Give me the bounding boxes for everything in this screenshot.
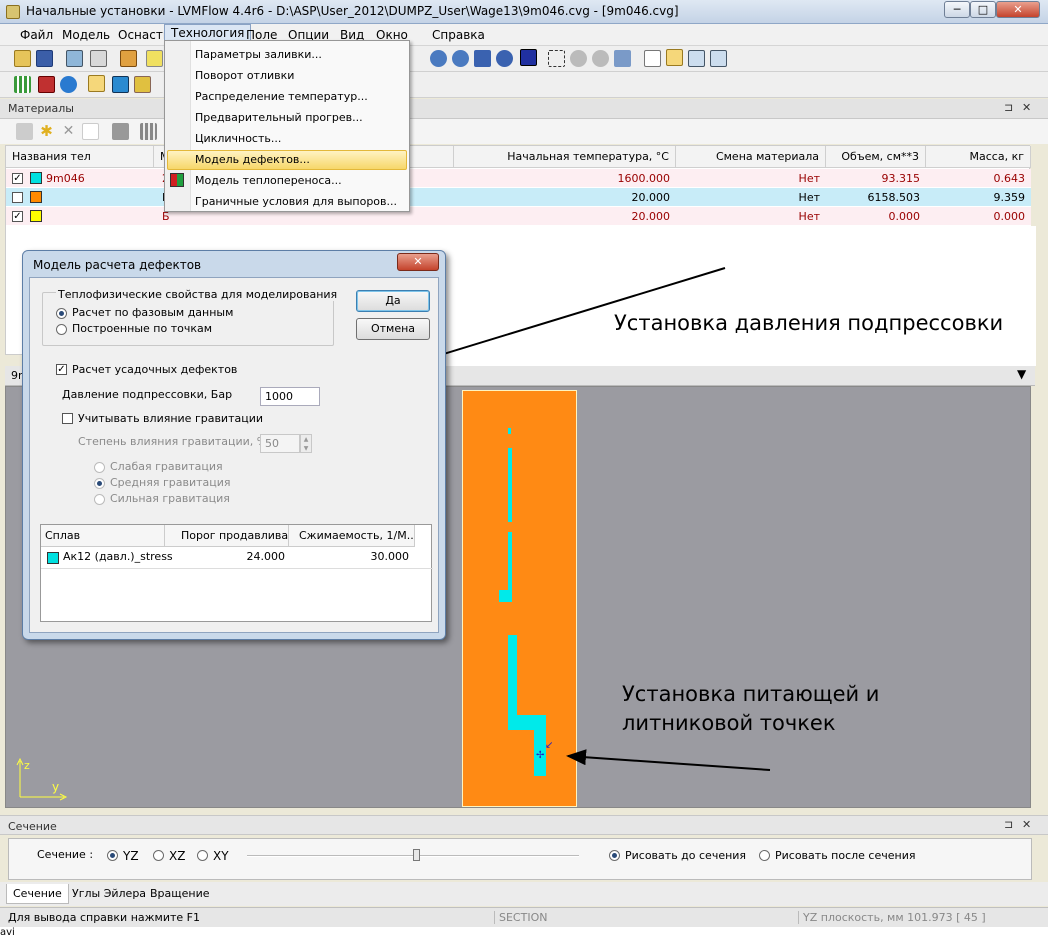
radio-plane-xz[interactable] xyxy=(153,850,164,861)
radio-gravity-weak-label[interactable]: Слабая гравитация xyxy=(110,460,223,473)
dialog-body: Теплофизические свойства для моделирован… xyxy=(29,277,439,633)
section-panel-body: Сечение : YZ XZ XY Рисовать до сечения Р… xyxy=(8,838,1032,880)
shrink-defects-label[interactable]: Расчет усадочных дефектов xyxy=(72,363,237,376)
dialog-title: Модель расчета дефектов xyxy=(33,258,202,272)
section-label: Сечение : xyxy=(37,848,94,861)
heat-transfer-icon xyxy=(170,173,184,187)
radio-gravity-medium[interactable] xyxy=(94,478,105,489)
radio-draw-after-label[interactable]: Рисовать после сечения xyxy=(775,849,915,862)
section-tabs: Сечение Углы Эйлера Вращение xyxy=(0,882,1048,906)
section-pin-icon[interactable]: ⊐ xyxy=(1004,818,1013,831)
technology-menu: Параметры заливки... Поворот отливки Рас… xyxy=(164,40,410,212)
radio-draw-before-label[interactable]: Рисовать до сечения xyxy=(625,849,746,862)
radio-gravity-strong-label[interactable]: Сильная гравитация xyxy=(110,492,230,505)
section-panel-header: Сечение ⊐ ✕ xyxy=(0,815,1048,835)
gravity-checkbox[interactable] xyxy=(62,413,73,424)
compress-col-header[interactable]: Сжимаемость, 1/М... xyxy=(289,525,415,547)
status-mode: SECTION xyxy=(494,911,794,924)
status-coords: YZ плоскость, мм 101.973 [ 45 ] xyxy=(798,911,986,924)
ok-button[interactable]: Да xyxy=(356,290,430,312)
menu-item-preheat[interactable]: Предварительный прогрев... xyxy=(195,108,363,128)
tab-euler-angles[interactable]: Углы Эйлера xyxy=(72,887,146,900)
cancel-button[interactable]: Отмена xyxy=(356,318,430,340)
pressure-input[interactable]: 1000 xyxy=(260,387,320,406)
menu-item-temperature-distribution[interactable]: Распределение температур... xyxy=(195,87,368,107)
radio-plane-xy-label[interactable]: XY xyxy=(213,849,229,863)
section-slider-thumb[interactable] xyxy=(413,849,420,861)
menu-item-defect-model[interactable]: Модель дефектов... xyxy=(195,150,310,170)
radio-plane-yz[interactable] xyxy=(107,850,118,861)
menu-item-pour-params[interactable]: Параметры заливки... xyxy=(195,45,322,65)
radio-phase-data-label[interactable]: Расчет по фазовым данным xyxy=(72,306,233,319)
radio-gravity-weak[interactable] xyxy=(94,462,105,473)
alloy-name-cell[interactable]: Ак12 (давл.)_stress xyxy=(63,550,173,563)
shrink-defects-checkbox[interactable]: ✓ xyxy=(56,364,67,375)
pressure-label: Давление подпрессовки, Бар xyxy=(62,388,233,401)
dialog-close-button[interactable]: ✕ xyxy=(397,253,439,271)
radio-plane-xz-label[interactable]: XZ xyxy=(169,849,185,863)
tab-section[interactable]: Сечение xyxy=(6,884,69,904)
alloy-threshold-cell[interactable]: 24.000 xyxy=(165,550,286,563)
taskbar-fragment: avi xyxy=(0,927,15,938)
gravity-degree-label: Степень влияния гравитации, % xyxy=(78,435,268,448)
section-close-icon[interactable]: ✕ xyxy=(1022,818,1031,831)
menu-item-cyclicity[interactable]: Цикличность... xyxy=(195,129,281,149)
feed-arrow xyxy=(566,749,771,771)
menu-item-rotate-casting[interactable]: Поворот отливки xyxy=(195,66,294,86)
status-bar: Для вывода справки нажмите F1 SECTION YZ… xyxy=(0,907,1048,927)
alloy-col-header[interactable]: Сплав xyxy=(41,525,165,547)
alloy-swatch[interactable] xyxy=(47,552,59,564)
radio-points-label[interactable]: Построенные по точкам xyxy=(72,322,212,335)
thermo-group-title: Теплофизические свойства для моделирован… xyxy=(56,288,340,301)
gravity-degree-spinner[interactable]: ▲ ▼ xyxy=(300,434,312,453)
radio-gravity-medium-label[interactable]: Средняя гравитация xyxy=(110,476,231,489)
main-window: Начальные установки - LVMFlow 4.4r6 - D:… xyxy=(0,0,1048,940)
tab-rotation[interactable]: Вращение xyxy=(150,887,210,900)
radio-points[interactable] xyxy=(56,324,67,335)
alloy-row-line xyxy=(41,568,433,569)
radio-gravity-strong[interactable] xyxy=(94,494,105,505)
gravity-label[interactable]: Учитывать влияние гравитации xyxy=(78,412,263,425)
radio-phase-data[interactable] xyxy=(56,308,67,319)
alloy-compress-cell[interactable]: 30.000 xyxy=(289,550,410,563)
threshold-col-header[interactable]: Порог продавлива... xyxy=(165,525,289,547)
alloy-table: Сплав Порог продавлива... Сжимаемость, 1… xyxy=(40,524,433,622)
section-panel-title: Сечение xyxy=(8,820,57,833)
status-help: Для вывода справки нажмите F1 xyxy=(8,911,200,924)
menu-item-heat-transfer[interactable]: Модель теплопереноса... xyxy=(195,171,342,191)
radio-plane-yz-label[interactable]: YZ xyxy=(123,849,139,863)
taskbar-strip: avi xyxy=(0,927,1048,940)
radio-draw-after[interactable] xyxy=(759,850,770,861)
radio-draw-before[interactable] xyxy=(609,850,620,861)
radio-plane-xy[interactable] xyxy=(197,850,208,861)
defect-model-dialog: Модель расчета дефектов ✕ Теплофизически… xyxy=(22,250,446,640)
gravity-degree-input[interactable]: 50 xyxy=(260,434,300,453)
menu-item-vent-boundary[interactable]: Граничные условия для выпоров... xyxy=(195,192,397,212)
